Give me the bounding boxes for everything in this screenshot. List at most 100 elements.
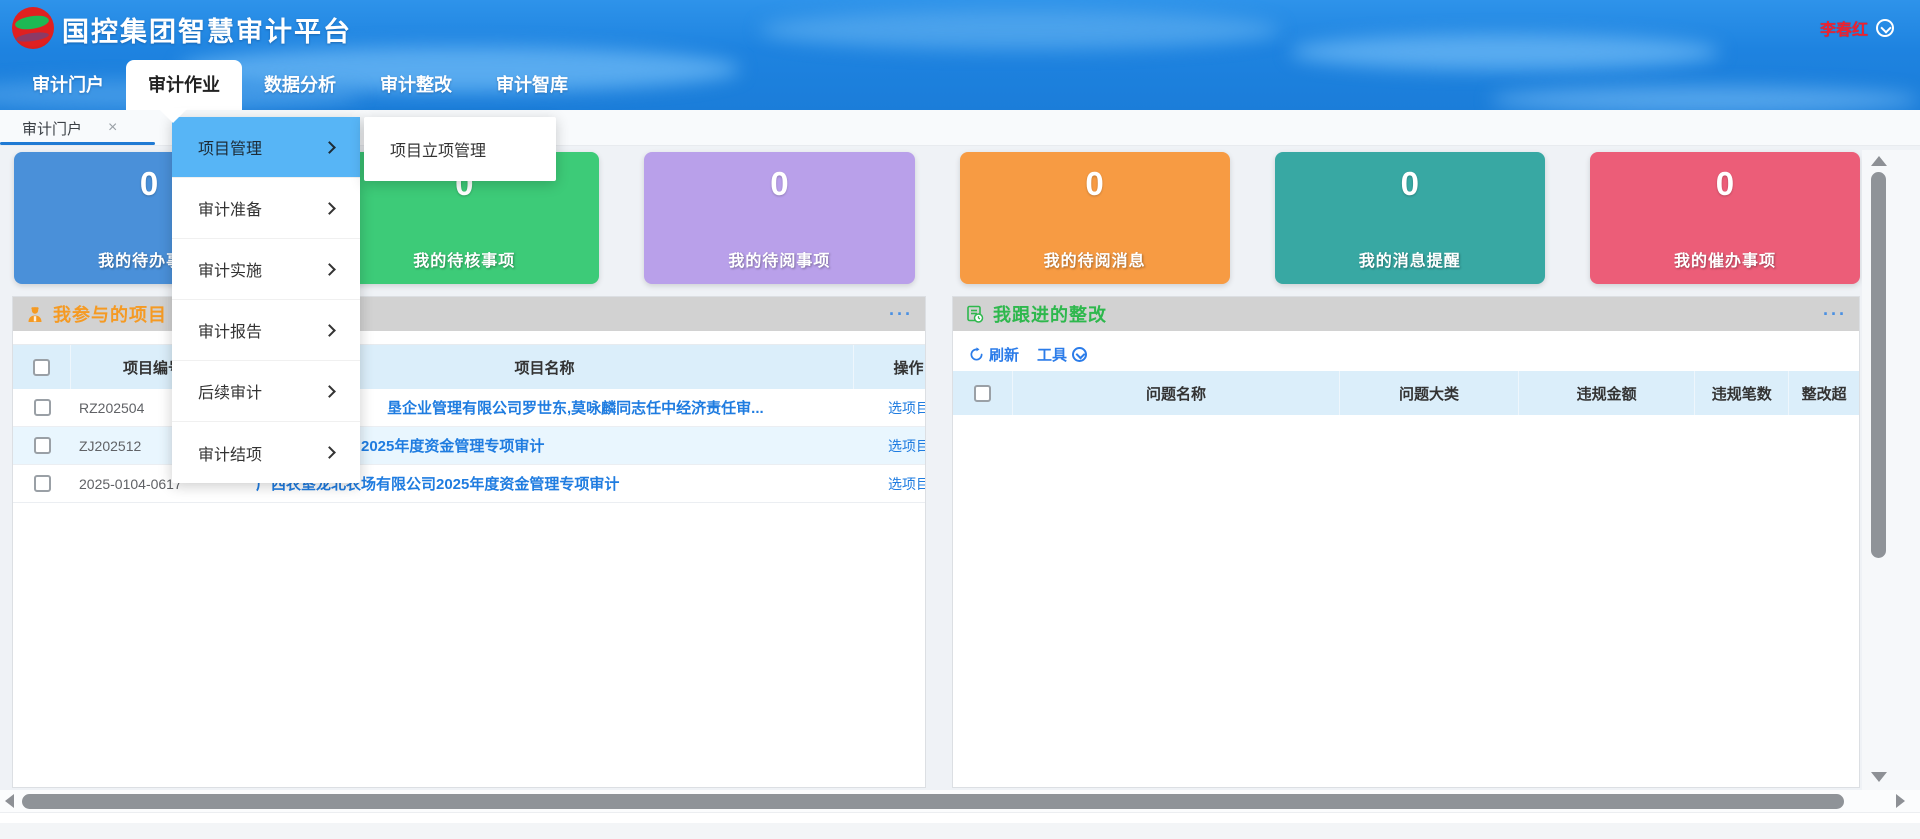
app-title: 国控集团智慧审计平台 <box>62 10 352 49</box>
select-project-link[interactable]: 选项目 <box>888 436 926 456</box>
menu-item-audit-implementation[interactable]: 审计实施 <box>172 239 360 300</box>
scroll-up-icon[interactable] <box>1871 156 1887 166</box>
stat-card-read-messages[interactable]: 0 我的待阅消息 <box>960 152 1230 284</box>
panel-my-projects: 我参与的项目 ··· 项目编号 项目名称 操作 RZ202504 垦企业管理有限… <box>12 296 926 788</box>
table-row[interactable]: ZJ202512 业管理有限公司2025年度资金管理专项审计 选项目 <box>13 427 926 465</box>
stat-value: 0 <box>1590 165 1860 203</box>
horizontal-scrollbar-thumb[interactable] <box>22 794 1844 809</box>
submenu-item-project-setup[interactable]: 项目立项管理 <box>364 137 556 161</box>
stat-label: 我的催办事项 <box>1590 247 1860 271</box>
main-nav: 审计门户 审计作业 数据分析 审计整改 审计智库 <box>10 60 590 110</box>
menu-item-label: 审计准备 <box>198 196 262 220</box>
app-root: 国控集团智慧审计平台 李春红 审计门户 审计作业 数据分析 审计整改 审计智库 … <box>0 0 1920 839</box>
app-header: 国控集团智慧审计平台 李春红 审计门户 审计作业 数据分析 审计整改 审计智库 <box>0 0 1920 110</box>
action-cell: 选项目 <box>854 389 926 426</box>
more-icon[interactable]: ··· <box>1823 309 1847 319</box>
stat-label: 我的消息提醒 <box>1275 247 1545 271</box>
row-checkbox-cell <box>13 465 71 502</box>
menu-item-label: 审计实施 <box>198 257 262 281</box>
tools-label: 工具 <box>1037 344 1067 365</box>
menu-item-followup-audit[interactable]: 后续审计 <box>172 361 360 422</box>
projects-table: 项目编号 项目名称 操作 RZ202504 垦企业管理有限公司罗世东,莫咏麟同志… <box>13 344 926 503</box>
table-row[interactable]: 2025-0104-0617 广西农垦龙北农场有限公司2025年度资金管理专项审… <box>13 465 926 503</box>
chevron-right-icon <box>323 263 336 276</box>
close-icon[interactable]: × <box>108 120 117 136</box>
select-project-link[interactable]: 选项目 <box>888 474 926 494</box>
header-checkbox-cell <box>13 345 71 389</box>
stat-value: 0 <box>960 165 1230 203</box>
col-issue-category: 问题大类 <box>1340 371 1519 415</box>
auditor-person-icon <box>25 304 45 324</box>
menu-item-label: 后续审计 <box>198 379 262 403</box>
tab-active-indicator <box>0 142 155 145</box>
more-icon[interactable]: ··· <box>889 309 913 319</box>
user-menu[interactable]: 李春红 <box>1820 16 1894 40</box>
col-issue-name: 问题名称 <box>1013 371 1340 415</box>
stat-label: 我的待核事项 <box>329 247 599 271</box>
chevron-right-icon <box>323 141 336 154</box>
header-checkbox-cell <box>953 371 1013 415</box>
select-all-checkbox[interactable] <box>974 385 991 402</box>
menu-item-project-management[interactable]: 项目管理 <box>172 117 360 178</box>
logo-icon <box>12 7 54 49</box>
dropdown-menu: 项目管理 审计准备 审计实施 审计报告 后续审计 审计结项 <box>172 117 360 483</box>
col-action: 操作 <box>854 345 926 389</box>
nav-item-audit-rectify[interactable]: 审计整改 <box>358 60 474 110</box>
tab-audit-portal[interactable]: 审计门户 × <box>0 110 155 146</box>
horizontal-scrollbar[interactable] <box>0 790 1920 812</box>
vertical-scrollbar-thumb[interactable] <box>1871 172 1886 558</box>
submenu: 项目立项管理 <box>364 117 556 181</box>
menu-item-label: 项目管理 <box>198 135 262 159</box>
menu-item-audit-preparation[interactable]: 审计准备 <box>172 178 360 239</box>
col-violation-count: 违规笔数 <box>1695 371 1789 415</box>
table-row[interactable]: RZ202504 垦企业管理有限公司罗世东,莫咏麟同志任中经济责任审... 选项… <box>13 389 926 427</box>
rectify-table-header: 问题名称 问题大类 违规金额 违规笔数 整改超 <box>953 371 1859 415</box>
nav-item-audit-work[interactable]: 审计作业 <box>126 60 242 110</box>
select-all-checkbox[interactable] <box>33 359 50 376</box>
cloud-decoration <box>1290 34 1720 70</box>
cloud-decoration <box>1490 86 1920 110</box>
row-checkbox-cell <box>13 427 71 464</box>
chevron-right-icon <box>323 385 336 398</box>
bottom-strip <box>0 812 1920 839</box>
logo-leaf <box>14 12 50 33</box>
stat-card-read-items[interactable]: 0 我的待阅事项 <box>644 152 914 284</box>
chevron-right-icon <box>323 446 336 459</box>
nav-item-audit-knowledge[interactable]: 审计智库 <box>474 60 590 110</box>
menu-item-audit-report[interactable]: 审计报告 <box>172 300 360 361</box>
chevron-down-icon[interactable] <box>1876 19 1894 37</box>
chevron-right-icon <box>323 324 336 337</box>
row-checkbox[interactable] <box>34 475 51 492</box>
report-clock-icon <box>965 304 985 324</box>
refresh-icon <box>969 347 984 362</box>
scroll-down-icon[interactable] <box>1871 772 1887 782</box>
stat-card-urged[interactable]: 0 我的催办事项 <box>1590 152 1860 284</box>
row-checkbox[interactable] <box>34 437 51 454</box>
menu-item-audit-closure[interactable]: 审计结项 <box>172 422 360 483</box>
panel-header: 我参与的项目 ··· <box>13 297 925 331</box>
stat-label: 我的待阅消息 <box>960 247 1230 271</box>
tools-button[interactable]: 工具 <box>1037 344 1087 365</box>
username[interactable]: 李春红 <box>1820 16 1868 40</box>
refresh-button[interactable]: 刷新 <box>969 344 1019 365</box>
stat-card-reminders[interactable]: 0 我的消息提醒 <box>1275 152 1545 284</box>
chevron-down-circle-icon <box>1072 347 1087 362</box>
row-checkbox-cell <box>13 389 71 426</box>
select-project-link[interactable]: 选项目 <box>888 398 926 418</box>
dropdown-caret-icon <box>158 108 188 123</box>
row-checkbox[interactable] <box>34 399 51 416</box>
panel-my-rectifications: 我跟进的整改 ··· 刷新 工具 <box>952 296 1860 788</box>
action-cell: 选项目 <box>854 427 926 464</box>
projects-table-header: 项目编号 项目名称 操作 <box>13 345 926 389</box>
nav-item-data-analysis[interactable]: 数据分析 <box>242 60 358 110</box>
cloud-decoration <box>760 10 1280 50</box>
col-violation-amount: 违规金额 <box>1519 371 1696 415</box>
vertical-scrollbar[interactable] <box>1862 150 1920 790</box>
menu-item-label: 审计报告 <box>198 318 262 342</box>
scroll-right-icon[interactable] <box>1896 794 1905 808</box>
stat-value: 0 <box>644 165 914 203</box>
scroll-left-icon[interactable] <box>5 794 14 808</box>
action-cell: 选项目 <box>854 465 926 502</box>
tab-label[interactable]: 审计门户 <box>22 118 82 139</box>
nav-item-audit-portal[interactable]: 审计门户 <box>10 60 126 110</box>
